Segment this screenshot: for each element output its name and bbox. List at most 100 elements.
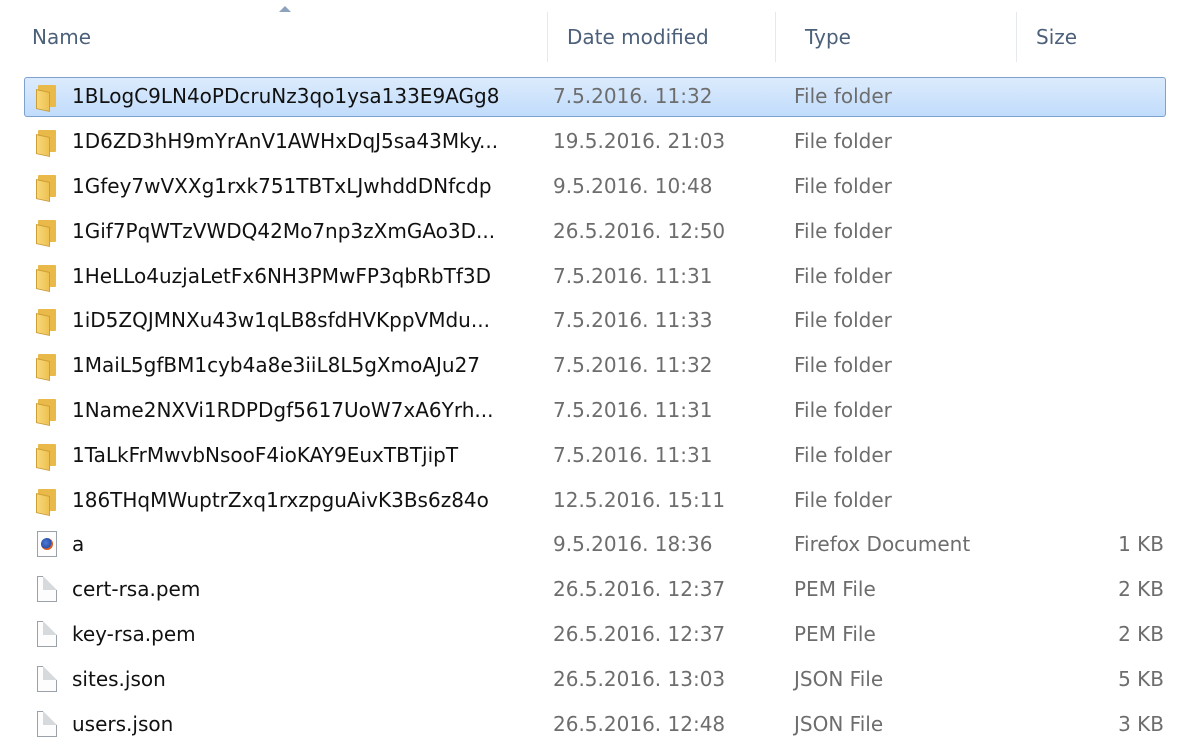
file-icon <box>37 620 57 647</box>
file-size <box>1060 477 1164 522</box>
column-header-name-label: Name <box>32 25 92 49</box>
file-row[interactable]: 1iD5ZQJMNXu43w1qLB8sfdHVKppVMdu... 7.5.2… <box>0 298 1181 343</box>
file-list: 1BLogC9LN4oPDcruNz3qo1ysa133E9AGg8 7.5.2… <box>0 74 1181 746</box>
file-icon-cell <box>34 432 60 477</box>
file-name[interactable]: sites.json <box>72 656 166 701</box>
file-size <box>1060 74 1164 119</box>
file-date-modified: 19.5.2016. 21:03 <box>553 129 726 154</box>
file-name[interactable]: key-rsa.pem <box>72 612 196 657</box>
file-type: JSON File <box>794 711 884 736</box>
file-size: 2 KB <box>1118 621 1164 646</box>
file-name[interactable]: users.json <box>72 701 173 746</box>
file-date-modified: 7.5.2016. 11:33 <box>553 308 713 333</box>
file-row[interactable]: 186THqMWuptrZxq1rxzpguAivK3Bs6z84o 12.5.… <box>0 477 1181 522</box>
file-type: File folder <box>794 263 892 288</box>
file-size <box>1060 164 1164 209</box>
file-icon-cell <box>34 656 60 701</box>
file-row[interactable]: 1Name2NXVi1RDPDgf5617UoW7xA6Yrh... 7.5.2… <box>0 388 1181 433</box>
file-date-modified: 26.5.2016. 12:37 <box>553 577 726 602</box>
file-icon <box>37 665 57 692</box>
file-icon-cell <box>34 701 60 746</box>
file-type: Firefox Document <box>794 532 971 557</box>
file-size <box>1060 119 1164 164</box>
file-icon-cell <box>34 74 60 119</box>
file-row[interactable]: 1MaiL5gfBM1cyb4a8e3iiL8L5gXmoAJu27 7.5.2… <box>0 343 1181 388</box>
column-separator[interactable] <box>1016 12 1017 62</box>
column-separator[interactable] <box>547 12 548 62</box>
file-row[interactable]: 1D6ZD3hH9mYrAnV1AWHxDqJ5sa43Mky... 19.5.… <box>0 119 1181 164</box>
file-date-modified: 26.5.2016. 12:50 <box>553 218 726 243</box>
file-size: 3 KB <box>1118 711 1164 736</box>
file-row[interactable]: cert-rsa.pem 26.5.2016. 12:37 PEM File 2… <box>0 567 1181 612</box>
file-date-modified: 7.5.2016. 11:32 <box>553 84 713 109</box>
file-size <box>1060 208 1164 253</box>
column-header-bar: Name Date modified Type Size <box>18 6 1181 62</box>
folder-icon <box>36 218 58 247</box>
file-name[interactable]: 1BLogC9LN4oPDcruNz3qo1ysa133E9AGg8 <box>72 74 499 119</box>
file-name[interactable]: 1D6ZD3hH9mYrAnV1AWHxDqJ5sa43Mky... <box>72 119 498 164</box>
file-date-modified: 26.5.2016. 13:03 <box>553 666 726 691</box>
file-icon-cell <box>34 567 60 612</box>
file-name[interactable]: cert-rsa.pem <box>72 567 200 612</box>
column-header-name[interactable]: Name <box>18 6 548 62</box>
file-type: PEM File <box>794 621 876 646</box>
folder-icon <box>36 352 58 382</box>
file-type: File folder <box>794 487 892 512</box>
folder-icon <box>36 83 58 113</box>
file-size <box>1060 253 1164 298</box>
file-icon-cell <box>34 477 60 522</box>
file-date-modified: 12.5.2016. 15:11 <box>553 487 726 512</box>
column-header-date-label: Date modified <box>567 25 709 49</box>
file-row[interactable]: key-rsa.pem 26.5.2016. 12:37 PEM File 2 … <box>0 612 1181 657</box>
file-icon-cell <box>34 253 60 298</box>
file-row[interactable]: sites.json 26.5.2016. 13:03 JSON File 5 … <box>0 656 1181 701</box>
folder-icon <box>36 263 58 292</box>
file-type: File folder <box>794 218 892 243</box>
column-header-date-modified[interactable]: Date modified <box>553 12 776 62</box>
firefox-document-icon <box>37 531 57 558</box>
file-size <box>1060 343 1164 388</box>
file-icon <box>37 710 57 737</box>
file-size: 2 KB <box>1118 577 1164 602</box>
folder-icon <box>36 307 58 337</box>
column-header-size[interactable]: Size <box>1022 12 1181 62</box>
file-name[interactable]: 1HeLLo4uzjaLetFx6NH3PMwFP3qbRbTf3D <box>72 253 491 298</box>
column-separator[interactable] <box>775 12 776 62</box>
folder-icon <box>36 128 58 158</box>
file-row[interactable]: 1Gif7PqWTzVWDQ42Mo7np3zXmGAo3D... 26.5.2… <box>0 208 1181 253</box>
file-name[interactable]: 1Gif7PqWTzVWDQ42Mo7np3zXmGAo3D... <box>72 208 495 253</box>
file-name[interactable]: 1iD5ZQJMNXu43w1qLB8sfdHVKppVMdu... <box>72 298 490 343</box>
file-name[interactable]: 1Name2NXVi1RDPDgf5617UoW7xA6Yrh... <box>72 388 493 433</box>
folder-icon <box>36 173 58 202</box>
file-type: File folder <box>794 353 892 378</box>
file-icon-cell <box>34 343 60 388</box>
file-type: JSON File <box>794 666 884 691</box>
file-date-modified: 9.5.2016. 18:36 <box>553 532 713 557</box>
file-icon-cell <box>34 388 60 433</box>
file-name[interactable]: 1TaLkFrMwvbNsooF4ioKAY9EuxTBTjipT <box>72 432 458 477</box>
file-type: File folder <box>794 84 892 109</box>
folder-icon <box>36 397 58 426</box>
file-row[interactable]: 1HeLLo4uzjaLetFx6NH3PMwFP3qbRbTf3D 7.5.2… <box>0 253 1181 298</box>
file-row[interactable]: a 9.5.2016. 18:36 Firefox Document 1 KB <box>0 522 1181 567</box>
file-row[interactable]: 1BLogC9LN4oPDcruNz3qo1ysa133E9AGg8 7.5.2… <box>0 74 1181 119</box>
column-header-type-label: Type <box>805 25 851 49</box>
file-icon-cell <box>34 522 60 567</box>
column-header-size-label: Size <box>1036 25 1078 49</box>
file-date-modified: 7.5.2016. 11:32 <box>553 353 713 378</box>
file-name[interactable]: 1Gfey7wVXXg1rxk751TBTxLJwhddDNfcdp <box>72 164 492 209</box>
column-header-type[interactable]: Type <box>791 12 1017 62</box>
file-type: File folder <box>794 442 892 467</box>
file-row[interactable]: 1TaLkFrMwvbNsooF4ioKAY9EuxTBTjipT 7.5.20… <box>0 432 1181 477</box>
file-size <box>1060 432 1164 477</box>
file-size: 5 KB <box>1118 666 1164 691</box>
file-date-modified: 26.5.2016. 12:37 <box>553 621 726 646</box>
file-name[interactable]: 1MaiL5gfBM1cyb4a8e3iiL8L5gXmoAJu27 <box>72 343 480 388</box>
file-date-modified: 7.5.2016. 11:31 <box>553 442 713 467</box>
file-name[interactable]: a <box>72 522 84 567</box>
file-row[interactable]: users.json 26.5.2016. 12:48 JSON File 3 … <box>0 701 1181 746</box>
file-name[interactable]: 186THqMWuptrZxq1rxzpguAivK3Bs6z84o <box>72 477 489 522</box>
file-row[interactable]: 1Gfey7wVXXg1rxk751TBTxLJwhddDNfcdp 9.5.2… <box>0 164 1181 209</box>
file-type: File folder <box>794 129 892 154</box>
folder-icon <box>36 487 58 516</box>
